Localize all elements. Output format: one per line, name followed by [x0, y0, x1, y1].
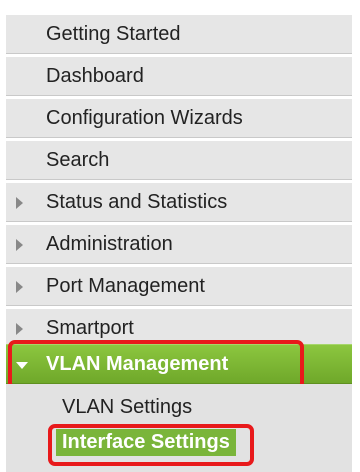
nav-item-label: Smartport: [46, 317, 134, 339]
nav-item-label: Administration: [46, 233, 173, 255]
navigation-menu: Getting Started Dashboard Configuration …: [0, 0, 360, 472]
nav-item-label: Configuration Wizards: [46, 107, 243, 129]
nav-item-search[interactable]: Search: [6, 140, 352, 180]
nav-item-configuration-wizards[interactable]: Configuration Wizards: [6, 98, 352, 138]
nav-item-label: Dashboard: [46, 65, 144, 87]
nav-item-label: Port Management: [46, 275, 205, 297]
submenu-panel: VLAN Settings Interface Settings: [6, 384, 352, 472]
submenu-item-interface-settings[interactable]: Interface Settings: [56, 429, 236, 456]
nav-item-label: Status and Statistics: [46, 191, 228, 213]
expand-arrow-icon: [16, 323, 23, 335]
nav-item-administration[interactable]: Administration: [6, 224, 352, 264]
nav-item-status-and-statistics[interactable]: Status and Statistics: [6, 182, 352, 222]
nav-item-getting-started[interactable]: Getting Started: [6, 14, 352, 54]
expand-arrow-icon: [16, 239, 23, 251]
nav-item-port-management[interactable]: Port Management: [6, 266, 352, 306]
nav-item-label: VLAN Management: [46, 353, 229, 375]
nav-item-label: Getting Started: [46, 23, 181, 45]
expand-arrow-icon: [16, 197, 23, 209]
nav-item-dashboard[interactable]: Dashboard: [6, 56, 352, 96]
nav-item-label: Search: [46, 149, 110, 171]
nav-item-smartport[interactable]: Smartport: [6, 308, 352, 348]
collapse-arrow-icon: [16, 362, 28, 369]
submenu-item-vlan-settings[interactable]: VLAN Settings: [62, 396, 192, 419]
expand-arrow-icon: [16, 281, 23, 293]
nav-item-vlan-management[interactable]: VLAN Management: [6, 344, 352, 384]
